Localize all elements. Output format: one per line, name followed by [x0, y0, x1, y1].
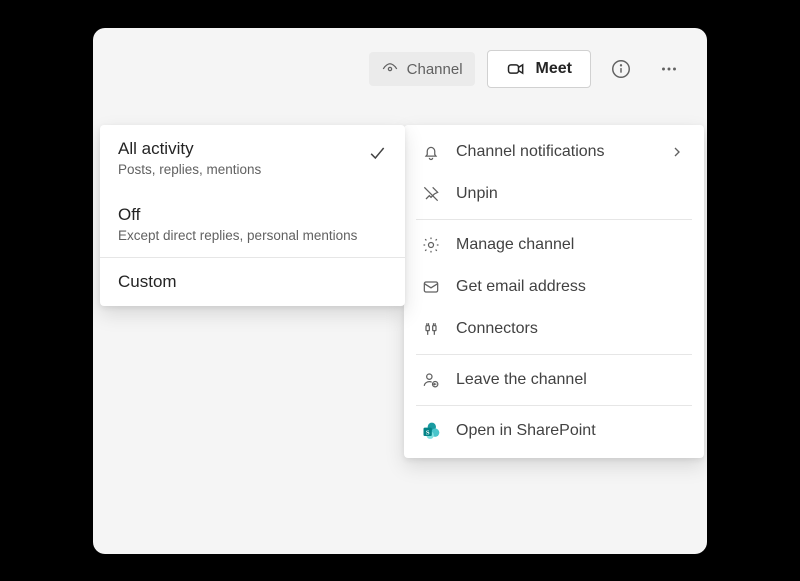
submenu-item-title: Off [118, 205, 387, 225]
leave-icon [420, 369, 442, 391]
menu-item-manage-channel[interactable]: Manage channel [404, 224, 704, 266]
more-options-button[interactable] [651, 51, 687, 87]
menu-item-label: Unpin [456, 185, 688, 203]
submenu-item-all-activity[interactable]: All activity Posts, replies, mentions [100, 125, 405, 191]
menu-item-label: Open in SharePoint [456, 422, 688, 440]
more-horizontal-icon [658, 58, 680, 80]
svg-text:S: S [426, 429, 430, 436]
meet-button[interactable]: Meet [487, 50, 591, 88]
channel-visibility-label: Channel [407, 61, 463, 78]
menu-item-open-sharepoint[interactable]: S Open in SharePoint [404, 410, 704, 452]
app-window: Channel Meet [93, 28, 707, 554]
menu-item-channel-notifications[interactable]: Channel notifications [404, 131, 704, 173]
bell-icon [420, 141, 442, 163]
unpin-icon [420, 183, 442, 205]
submenu-item-title: Custom [118, 272, 387, 292]
connectors-icon [420, 318, 442, 340]
meet-button-label: Meet [536, 60, 572, 78]
channel-toolbar: Channel Meet [369, 50, 687, 88]
channel-notifications-submenu: All activity Posts, replies, mentions Of… [100, 125, 405, 306]
menu-item-connectors[interactable]: Connectors [404, 308, 704, 350]
menu-item-unpin[interactable]: Unpin [404, 173, 704, 215]
video-camera-icon [506, 59, 526, 79]
menu-item-label: Manage channel [456, 236, 688, 254]
submenu-item-subtitle: Except direct replies, personal mentions [118, 228, 387, 243]
submenu-item-title: All activity [118, 139, 387, 159]
check-icon [367, 143, 387, 163]
info-icon [610, 58, 632, 80]
info-button[interactable] [603, 51, 639, 87]
menu-separator [416, 219, 692, 220]
menu-item-label: Leave the channel [456, 371, 688, 389]
channel-visibility-pill[interactable]: Channel [369, 52, 475, 86]
submenu-item-subtitle: Posts, replies, mentions [118, 162, 387, 177]
menu-item-label: Connectors [456, 320, 688, 338]
sharepoint-icon: S [420, 420, 442, 442]
menu-item-get-email[interactable]: Get email address [404, 266, 704, 308]
menu-separator [416, 405, 692, 406]
gear-icon [420, 234, 442, 256]
chevron-right-icon [666, 141, 688, 163]
submenu-item-off[interactable]: Off Except direct replies, personal ment… [100, 191, 405, 257]
eye-icon [381, 60, 399, 78]
menu-item-leave-channel[interactable]: Leave the channel [404, 359, 704, 401]
submenu-item-custom[interactable]: Custom [100, 258, 405, 306]
menu-item-label: Get email address [456, 278, 688, 296]
mail-icon [420, 276, 442, 298]
menu-item-label: Channel notifications [456, 143, 652, 161]
channel-context-menu: Channel notifications Unpin [404, 125, 704, 458]
menu-separator [416, 354, 692, 355]
